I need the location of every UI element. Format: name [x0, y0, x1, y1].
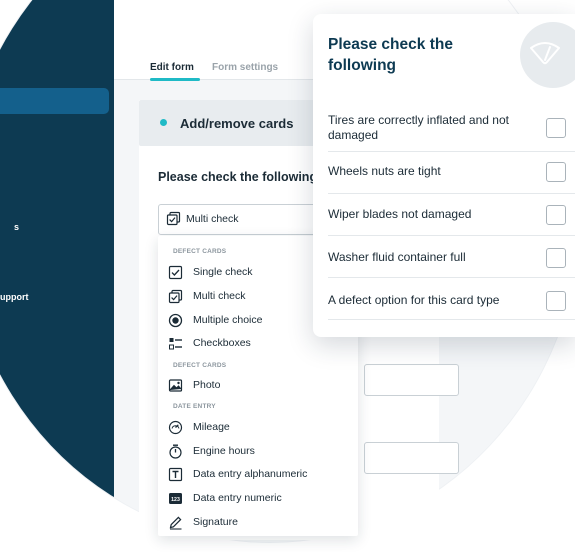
pen-icon — [169, 516, 182, 530]
dropdown-item-engine-hours[interactable]: Engine hours — [168, 442, 348, 460]
timer-icon — [169, 444, 182, 459]
dropdown-item-label: Engine hours — [193, 445, 255, 457]
text-box-icon — [168, 467, 183, 481]
checklist-checkbox[interactable] — [546, 248, 566, 268]
dropdown-item-label: Multi check — [193, 290, 246, 302]
checkbox-list-icon — [169, 337, 182, 349]
checklist-checkbox[interactable] — [546, 291, 566, 311]
preview-card-title: Please check the following — [328, 36, 453, 74]
photo-icon — [168, 378, 183, 392]
card-type-select-value: Multi check — [186, 213, 239, 225]
dropdown-item-label: Mileage — [193, 421, 230, 433]
checklist-item-label: A defect option for this card type — [328, 293, 500, 307]
checklist-item[interactable]: Wheels nuts are tight — [328, 152, 575, 194]
checklist-checkbox[interactable] — [546, 118, 566, 138]
dropdown-item-label: Data entry alphanumeric — [193, 468, 308, 480]
checklist-checkbox[interactable] — [546, 205, 566, 225]
numeric-icon-text: 123 — [171, 496, 180, 502]
multi-check-icon — [166, 211, 181, 226]
dropdown-item-label: Photo — [193, 379, 221, 391]
dropdown-item-label: Data entry numeric — [193, 492, 282, 504]
dropdown-group-label: DEFECT CARDS — [173, 362, 227, 369]
single-check-icon — [168, 265, 183, 279]
active-tab-indicator — [150, 78, 200, 81]
numeric-icon: 123 — [169, 492, 182, 504]
dropdown-item-signature[interactable]: Signature — [168, 513, 348, 531]
checklist-item[interactable]: A defect option for this card type — [328, 278, 575, 320]
checklist-item-label: Tires are correctly inflated and not dam… — [328, 113, 509, 142]
gauge-icon — [168, 420, 183, 434]
sidebar-active-item[interactable] — [0, 88, 109, 114]
dropdown-item-data-entry-numeric[interactable]: 123 Data entry numeric — [168, 489, 348, 507]
status-dot — [160, 119, 167, 126]
dropdown-group-label: DEFECT CARDS — [173, 248, 227, 255]
text-field[interactable] — [364, 442, 459, 474]
checklist-item[interactable]: Washer fluid container full — [328, 236, 575, 278]
multi-check-icon — [168, 289, 183, 303]
dropdown-item-mileage[interactable]: Mileage — [168, 418, 348, 436]
radio-icon — [168, 313, 183, 327]
dropdown-item-label: Single check — [193, 266, 253, 278]
panel-title: Add/remove cards — [180, 116, 294, 131]
tab-edit-form[interactable]: Edit form — [150, 62, 194, 73]
sidebar-item-support[interactable]: upport — [0, 292, 29, 302]
checklist-item-label: Wiper blades not damaged — [328, 207, 472, 221]
checklist-item[interactable]: Wiper blades not damaged — [328, 194, 575, 236]
sidebar-item-fragment[interactable]: s — [14, 222, 19, 232]
text-field[interactable] — [364, 364, 459, 396]
checklist-item-label: Washer fluid container full — [328, 250, 466, 264]
dropdown-item-data-entry-alphanumeric[interactable]: Data entry alphanumeric — [168, 465, 348, 483]
checklist-checkbox[interactable] — [546, 162, 566, 182]
checklist-item-label: Wheels nuts are tight — [328, 164, 441, 178]
dropdown-item-label: Checkboxes — [193, 337, 251, 349]
card-type-select[interactable] — [158, 204, 328, 235]
screenshot-stage: s upport Edit form Form settings Add/rem… — [0, 0, 575, 552]
dropdown-item-photo[interactable]: Photo — [168, 376, 348, 394]
sidebar: s upport — [0, 0, 114, 542]
card-section-title: Please check the following — [158, 170, 318, 184]
dropdown-item-label: Multiple choice — [193, 314, 263, 326]
checklist-item[interactable]: Tires are correctly inflated and not dam… — [328, 100, 575, 152]
wiper-icon — [530, 42, 560, 65]
dropdown-group-label: DATE ENTRY — [173, 403, 216, 410]
tab-form-settings[interactable]: Form settings — [212, 62, 278, 73]
dropdown-item-label: Signature — [193, 516, 238, 528]
